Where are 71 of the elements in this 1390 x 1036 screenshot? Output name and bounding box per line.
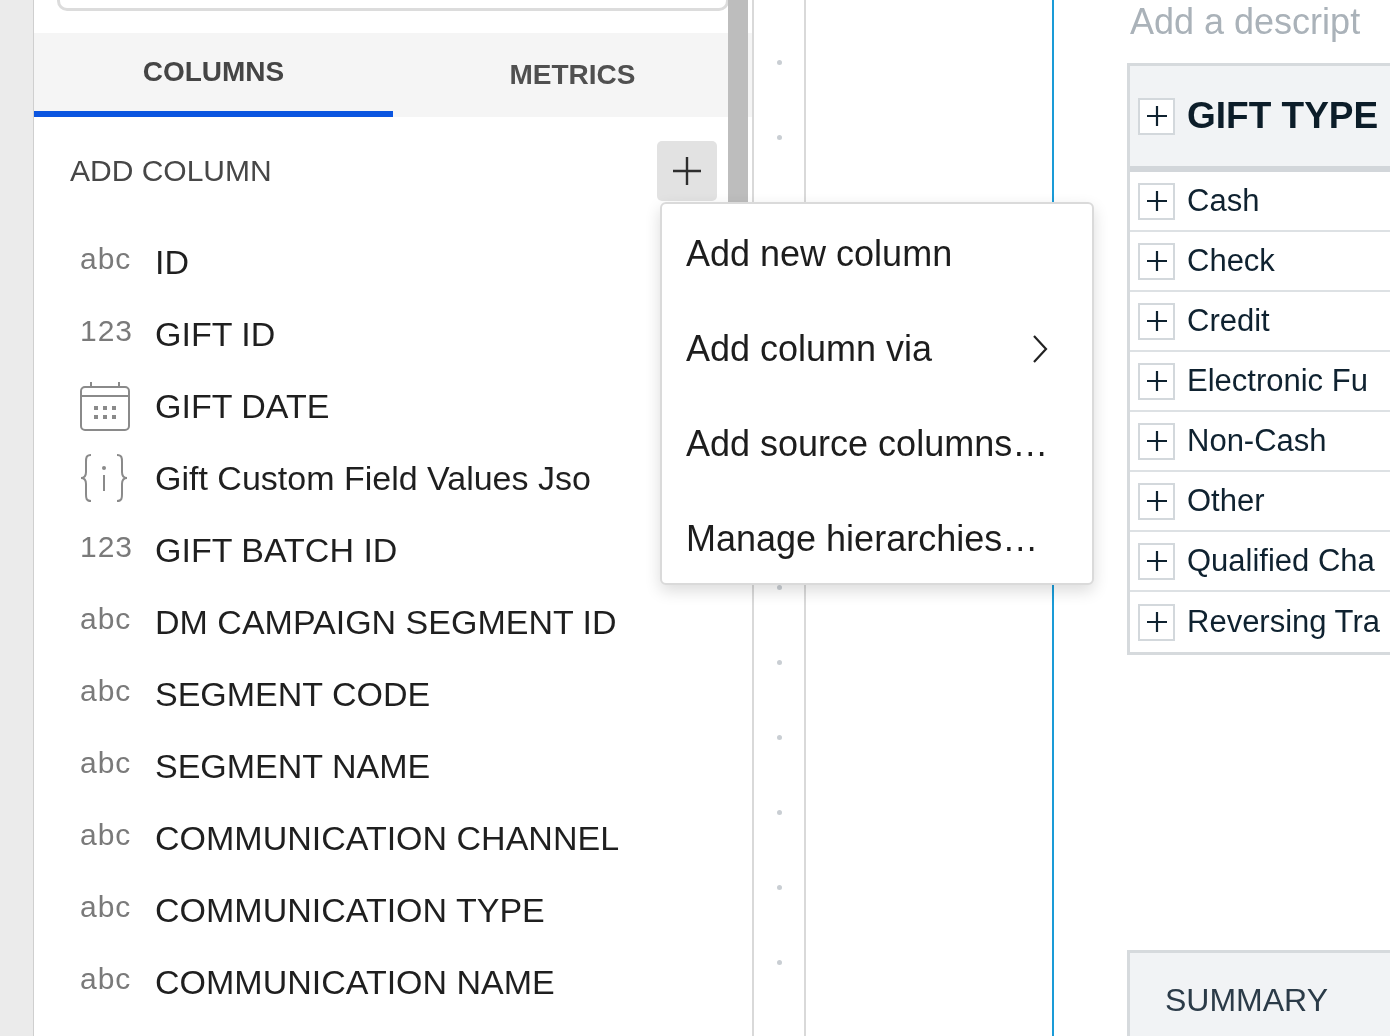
type-label: abc	[80, 602, 132, 636]
type-label: 123	[80, 530, 134, 564]
column-name[interactable]: SEGMENT NAME	[155, 746, 431, 786]
tab[interactable]: METRICS	[393, 33, 752, 117]
dot-icon	[776, 885, 782, 890]
dot-icon	[776, 585, 782, 590]
header-label: GIFT TYPE	[1187, 95, 1379, 137]
row-label: Qualified Cha	[1187, 543, 1375, 579]
plus-icon	[1146, 491, 1167, 511]
expand-button[interactable]	[1138, 182, 1175, 220]
type-label: abc	[80, 818, 132, 852]
menu-item[interactable]: Add source columns…	[662, 396, 1092, 491]
plus-icon	[1146, 431, 1167, 451]
dot-icon	[776, 810, 782, 815]
add-button[interactable]	[657, 141, 717, 201]
plus-icon	[1146, 106, 1167, 126]
menu-item[interactable]: Manage hierarchies…	[662, 491, 1092, 586]
expand-button[interactable]	[1138, 97, 1175, 135]
expand-button[interactable]	[1138, 482, 1175, 520]
row-label: Check	[1187, 243, 1275, 279]
menu-item[interactable]: Add new column	[662, 206, 1092, 301]
braces-icon	[80, 454, 128, 502]
summary-header: SUMMARY	[1127, 950, 1390, 1036]
menu-item[interactable]: Add column via	[662, 301, 1092, 396]
expand-button[interactable]	[1138, 542, 1175, 580]
column-name[interactable]: COMMUNICATION TYPE	[155, 890, 545, 930]
plus-icon	[1146, 612, 1167, 632]
dot-icon	[776, 735, 782, 740]
type-label: abc	[80, 674, 132, 708]
expand-button[interactable]	[1138, 362, 1175, 400]
column-name[interactable]: DM CAMPAIGN SEGMENT ID	[155, 602, 617, 642]
row-label: Non-Cash	[1187, 423, 1327, 459]
row-label: Cash	[1187, 183, 1260, 219]
row-label: Reversing Tra	[1187, 604, 1380, 640]
expand-button[interactable]	[1138, 302, 1175, 340]
input-field[interactable]	[57, 0, 729, 11]
expand-button[interactable]	[1138, 422, 1175, 460]
row-label: Credit	[1187, 303, 1270, 339]
dot-icon	[776, 660, 782, 665]
type-label: abc	[80, 962, 132, 996]
calendar-icon	[80, 381, 130, 431]
column-name[interactable]: COMMUNICATION NAME	[155, 962, 555, 1002]
plus-icon	[1146, 251, 1167, 271]
chevron-right-icon	[1032, 333, 1048, 364]
description-field[interactable]: Add a descript	[1127, 0, 1390, 44]
column-name[interactable]: GIFT BATCH ID	[155, 530, 398, 570]
column-name[interactable]: ID	[155, 242, 189, 282]
type-label: abc	[80, 242, 132, 276]
expand-button[interactable]	[1138, 603, 1175, 641]
type-label: abc	[80, 890, 132, 924]
scrollbar-thumb[interactable]	[728, 0, 748, 202]
row-label: Electronic Fu	[1187, 363, 1368, 399]
dot-icon	[776, 60, 782, 65]
plus-icon	[1146, 311, 1167, 331]
plus-icon	[1146, 371, 1167, 391]
section-label: ADD COLUMN	[70, 154, 272, 188]
expand-button[interactable]	[1138, 242, 1175, 280]
row-label: Other	[1187, 483, 1265, 519]
plus-icon	[1146, 191, 1167, 211]
dot-icon	[776, 135, 782, 140]
type-label: abc	[80, 746, 132, 780]
plus-icon	[673, 157, 701, 185]
column-name[interactable]: GIFT ID	[155, 314, 276, 354]
tab[interactable]: COLUMNS	[34, 33, 393, 117]
dot-icon	[776, 960, 782, 965]
column-name[interactable]: Gift Custom Field Values Jso	[155, 458, 591, 498]
plus-icon	[1146, 551, 1167, 571]
column-name[interactable]: COMMUNICATION CHANNEL	[155, 818, 620, 858]
column-name[interactable]: GIFT DATE	[155, 386, 330, 426]
type-label: 123	[80, 314, 134, 348]
column-name[interactable]: SEGMENT CODE	[155, 674, 431, 714]
